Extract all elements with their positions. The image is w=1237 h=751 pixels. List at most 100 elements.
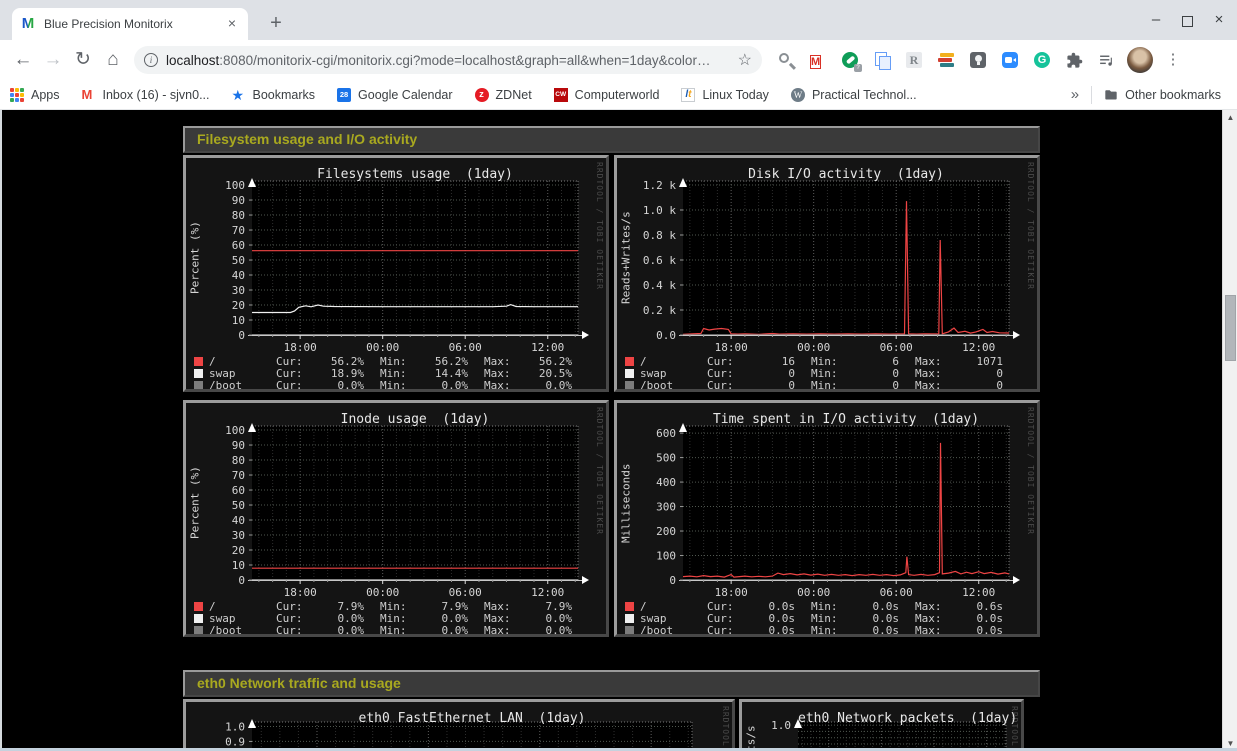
svg-text:100: 100 [225, 424, 245, 437]
legend-row: /Cur:0.0sMin:0.0sMax:0.6s [617, 600, 1019, 612]
back-icon[interactable]: ← [8, 45, 38, 75]
bookmark-label: Linux Today [702, 88, 769, 102]
svg-text:12:00: 12:00 [531, 341, 564, 354]
svg-text:00:00: 00:00 [366, 586, 399, 599]
linux-today-icon: lt [681, 88, 695, 102]
svg-text:0: 0 [669, 574, 676, 587]
graph-disk-io-activity[interactable]: 1.2 k1.0 k0.8 k0.6 k0.4 k0.2 k0.018:0000… [614, 155, 1040, 392]
y-axis-label [188, 722, 202, 751]
url-text[interactable]: localhost:8080/monitorix-cgi/monitorix.c… [166, 53, 732, 68]
reload-icon[interactable]: ↻ [68, 45, 98, 75]
svg-text:400: 400 [656, 476, 676, 489]
svg-text:30: 30 [232, 284, 245, 297]
copy-extension-icon[interactable] [874, 52, 891, 69]
graph-filesystems-usage[interactable]: 100908070605040302010018:0000:0006:0012:… [183, 155, 609, 392]
site-info-icon[interactable]: i [144, 53, 158, 67]
bookmark-computerworld[interactable]: CW Computerworld [554, 88, 660, 102]
bookmark-zdnet[interactable]: z ZDNet [475, 88, 532, 102]
y-axis-label: Reads+Writes/s [619, 181, 633, 335]
svg-text:18:00: 18:00 [715, 586, 748, 599]
zoom-extension-icon[interactable] [1002, 52, 1019, 69]
svg-text:18:00: 18:00 [715, 341, 748, 354]
graph-eth0-traffic[interactable]: 1.00.90.80.70.60.50.40.30.20.10.018:0000… [183, 699, 735, 751]
books-extension-icon[interactable] [938, 52, 955, 69]
tab-close-icon[interactable]: × [224, 16, 240, 32]
svg-text:18:00: 18:00 [284, 341, 317, 354]
computerworld-icon: CW [554, 88, 568, 102]
svg-text:200: 200 [656, 525, 676, 538]
bookmark-label: Practical Technol... [812, 88, 917, 102]
svg-text:10: 10 [232, 314, 245, 327]
bookmarks-overflow-icon[interactable]: » [1071, 86, 1079, 103]
graph-time-spent-io[interactable]: 600500400300200100018:0000:0006:0012:00 … [614, 400, 1040, 637]
new-tab-button[interactable]: + [262, 10, 290, 38]
forward-icon[interactable]: → [38, 45, 68, 75]
svg-text:0: 0 [238, 329, 245, 342]
svg-text:1.0 k: 1.0 k [643, 204, 676, 217]
gmail-extension-icon[interactable]: M [810, 52, 827, 69]
url-host: localhost [166, 53, 219, 68]
page-scrollbar[interactable]: ▲ ▼ [1222, 110, 1237, 751]
bookmark-label: Apps [31, 88, 60, 102]
url-path: :8080/monitorix-cgi/monitorix.cgi?mode=l… [219, 53, 710, 68]
other-bookmarks-label: Other bookmarks [1125, 88, 1221, 102]
svg-text:80: 80 [232, 454, 245, 467]
bookmark-practical-technology[interactable]: W Practical Technol... [791, 88, 917, 102]
window-close-icon[interactable]: × [1211, 12, 1227, 28]
legend-row: /bootCur:0.0%Min:0.0%Max:0.0% [186, 625, 588, 637]
other-bookmarks-button[interactable]: Other bookmarks [1104, 88, 1221, 102]
graph-title: Inode usage (1day) [252, 412, 578, 427]
grammarly-extension-icon[interactable]: G [1034, 52, 1051, 69]
graph-title: Disk I/O activity (1day) [683, 167, 1009, 182]
media-playlist-icon[interactable] [1098, 52, 1115, 69]
window-controls: – × [1148, 10, 1227, 30]
voice-extension-icon[interactable] [842, 52, 859, 69]
extensions-puzzle-icon[interactable] [1066, 52, 1083, 69]
svg-text:100: 100 [656, 550, 676, 563]
r-extension-icon[interactable]: R [906, 52, 923, 69]
svg-text:06:00: 06:00 [880, 341, 913, 354]
search-extension-icon[interactable] [778, 52, 795, 69]
browser-menu-icon[interactable]: ⋮ [1161, 48, 1185, 72]
scroll-up-icon[interactable]: ▲ [1223, 110, 1237, 125]
svg-text:00:00: 00:00 [797, 586, 830, 599]
svg-text:06:00: 06:00 [449, 341, 482, 354]
svg-text:300: 300 [656, 501, 676, 514]
graph-legend: /Cur:56.2%Min:56.2%Max:56.2%swapCur:18.9… [186, 355, 606, 392]
graph-legend: /Cur:16Min:6Max:1071swapCur:0Min:0Max:0/… [617, 355, 1037, 392]
rrdtool-watermark: RRDTOOL / TOBI OETIKER [595, 407, 604, 535]
svg-text:30: 30 [232, 529, 245, 542]
rrdtool-watermark: RRDTOOL / TOBI OETIKER [1026, 407, 1035, 535]
svg-text:500: 500 [656, 452, 676, 465]
wordpress-icon: W [791, 88, 805, 102]
svg-text:20: 20 [232, 544, 245, 557]
graph-eth0-packets[interactable]: 1.00.50.018:0000:0006:0012:00 eth0 Netwo… [739, 699, 1024, 751]
svg-text:600: 600 [656, 427, 676, 440]
bookmarks-separator [1091, 86, 1092, 104]
bookmark-linux-today[interactable]: lt Linux Today [681, 88, 769, 102]
graph-inode-usage[interactable]: 100908070605040302010018:0000:0006:0012:… [183, 400, 609, 637]
browser-tab[interactable]: M Blue Precision Monitorix × [12, 8, 248, 40]
svg-text:60: 60 [232, 484, 245, 497]
legend-row: /Cur:16Min:6Max:1071 [617, 355, 1019, 367]
maximize-icon[interactable] [1182, 16, 1193, 27]
svg-text:90: 90 [232, 194, 245, 207]
profile-avatar[interactable] [1127, 47, 1153, 73]
bookmark-bookmarks[interactable]: ★ Bookmarks [232, 88, 316, 102]
legend-row: /Cur:7.9%Min:7.9%Max:7.9% [186, 600, 588, 612]
bookmark-star-icon[interactable]: ☆ [738, 50, 752, 70]
bookmark-inbox[interactable]: M Inbox (16) - sjvn0... [82, 88, 210, 102]
legend-row: swapCur:0Min:0Max:0 [617, 367, 1019, 379]
legend-row: swapCur:0.0%Min:0.0%Max:0.0% [186, 612, 588, 624]
bookmark-apps[interactable]: Apps [10, 88, 60, 102]
lamp-extension-icon[interactable] [970, 52, 987, 69]
address-bar[interactable]: i localhost:8080/monitorix-cgi/monitorix… [134, 46, 762, 74]
svg-text:90: 90 [232, 439, 245, 452]
bookmark-google-calendar[interactable]: 28 Google Calendar [337, 88, 453, 102]
svg-text:12:00: 12:00 [531, 586, 564, 599]
graph-row-1: 100908070605040302010018:0000:0006:0012:… [183, 155, 1040, 392]
scrollbar-thumb[interactable] [1225, 295, 1236, 361]
minimize-icon[interactable]: – [1148, 12, 1164, 28]
svg-text:100: 100 [225, 179, 245, 192]
home-icon[interactable]: ⌂ [98, 45, 128, 75]
